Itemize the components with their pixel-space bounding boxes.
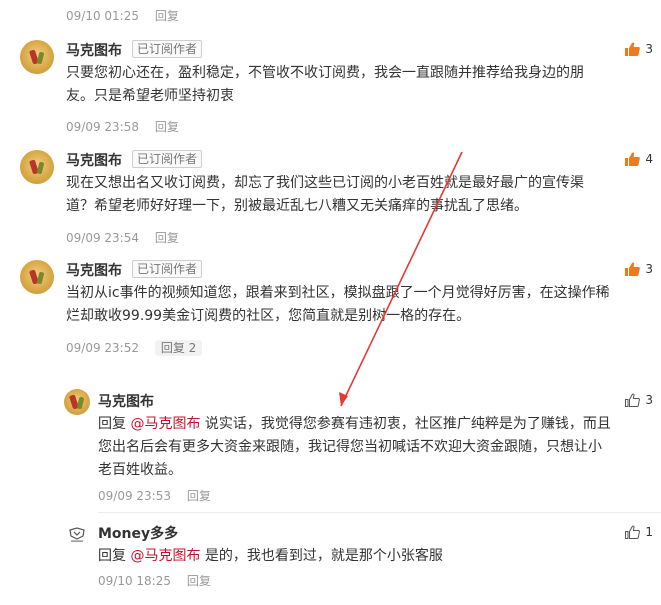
reply-item: Money多多 1 回复 @马克图布 是的，我也看到过，就是那个小张客服 09/… [62,521,661,601]
reply-text: 回复 @马克图布 说实话，我觉得您参赛有违初衷，社区推广纯粹是为了赚钱，而且 您… [98,413,650,482]
comment-text: 只要您初心还在，盈利稳定，不管收不收订阅费，我会一直跟随并推荐给我身边的朋 友。… [66,62,636,108]
reply-thread: 马克图布 3 回复 @马克图布 说实话，我觉得您参赛有违初衷，社区推广纯粹是为了… [62,375,661,605]
comment-text-line: 烂却敢收99.99美金订阅费的社区，您简直就是别树一格的存在。 [66,308,471,324]
avatar-image [29,158,45,176]
comment-item: 马克图布 已订阅作者 3 当初从ic事件的视频知道您，跟着来到社区，模拟盘跟了一… [0,258,661,358]
like-count: 1 [645,525,653,539]
reply-text-segment: 说实话，我觉得您参赛有违初衷，社区推广纯粹是为了赚钱，而且 [204,416,611,432]
thumbs-up-icon [625,393,641,407]
reply-text-line: 您出名后会有更多大资金来跟随，我记得您当初喊话不欢迎大资金跟随，只想让小 [98,439,602,455]
brand-logo-icon [69,527,85,542]
reply-item: 马克图布 3 回复 @马克图布 说实话，我觉得您参赛有违初衷，社区推广纯粹是为了… [62,387,661,507]
comment-author-name[interactable]: 马克图布 [66,150,122,170]
avatar-image [69,393,85,411]
comment-text-line: 友。只是希望老师坚持初衷 [66,88,234,104]
comment-text: 当初从ic事件的视频知道您，跟着来到社区，模拟盘跟了一个月觉得好厉害，在这操作稀… [66,282,646,328]
thumbs-up-icon [625,152,641,166]
avatar-image [29,48,45,66]
reply-text-line: 老百姓收益。 [98,462,182,478]
avatar[interactable] [66,524,88,546]
reply-count-button[interactable]: 回复 2 [154,340,203,356]
avatar-image [29,268,45,286]
thumbs-up-icon [625,525,641,539]
comment-text-line: 现在又想出名又收订阅费，却忘了我们这些已订阅的小老百姓就是最好最广的宣传渠 [66,175,584,191]
reply-divider [98,512,661,513]
subscriber-badge: 已订阅作者 [132,150,203,168]
reply-meta: 09/09 23:53 回复 [98,487,211,504]
timestamp: 09/10 01:25 [66,9,139,23]
comment-item: 马克图布 已订阅作者 4 现在又想出名又收订阅费，却忘了我们这些已订阅的小老百姓… [0,148,661,248]
like-button[interactable]: 3 [625,262,653,276]
comment-meta: 09/09 23:58 回复 [66,118,179,135]
thumbs-up-icon [625,262,641,276]
mention-link[interactable]: @马克图布 [130,548,200,564]
reply-author-name[interactable]: Money多多 [98,523,178,543]
subscriber-badge: 已订阅作者 [132,260,203,278]
avatar[interactable] [64,389,90,415]
comment-text-line: 只要您初心还在，盈利稳定，不管收不收订阅费，我会一直跟随并推荐给我身边的朋 [66,65,584,81]
reply-text-line: 回复 @马克图布 说实话，我觉得您参赛有违初衷，社区推广纯粹是为了赚钱，而且 [98,413,650,436]
comment-text-line: 当初从ic事件的视频知道您，跟着来到社区，模拟盘跟了一个月觉得好厉害，在这操作稀 [66,285,610,301]
timestamp: 09/10 18:25 [98,574,171,588]
previous-comment-meta: 09/10 01:25 回复 [66,7,179,24]
reply-button[interactable]: 回复 [187,574,211,588]
timestamp: 09/09 23:53 [98,489,171,503]
like-count: 3 [645,262,653,276]
reply-author-name[interactable]: 马克图布 [98,391,154,411]
comment-text: 现在又想出名又收订阅费，却忘了我们这些已订阅的小老百姓就是最好最广的宣传渠 道？… [66,172,636,218]
avatar[interactable] [20,40,54,74]
like-count: 3 [645,42,653,56]
timestamp: 09/09 23:54 [66,231,139,245]
comment-meta: 09/09 23:54 回复 [66,229,179,246]
reply-text-line: 回复 @马克图布 是的，我也看到过，就是那个小张客服 [98,545,650,568]
reply-button[interactable]: 回复 [155,120,179,134]
timestamp: 09/09 23:52 [66,341,139,355]
subscriber-badge: 已订阅作者 [132,40,203,58]
reply-button[interactable]: 回复 [155,9,179,23]
like-button[interactable]: 3 [625,42,653,56]
reply-meta: 09/10 18:25 回复 [98,572,211,589]
like-button[interactable]: 1 [625,525,653,539]
comment-author-name[interactable]: 马克图布 [66,260,122,280]
like-button[interactable]: 3 [625,393,653,407]
avatar[interactable] [20,150,54,184]
comment-meta: 09/09 23:52 回复 2 [66,339,203,356]
timestamp: 09/09 23:58 [66,120,139,134]
comment-text-line: 道？希望老师好好理一下，别被最近乱七八糟又无关痛痒的事扰乱了思绪。 [66,198,528,214]
reply-text-segment: 是的，我也看到过，就是那个小张客服 [204,548,443,564]
reply-prefix: 回复 [98,548,126,564]
avatar[interactable] [20,260,54,294]
reply-text: 回复 @马克图布 是的，我也看到过，就是那个小张客服 [98,545,650,568]
reply-button[interactable]: 回复 [155,231,179,245]
like-count: 4 [645,152,653,166]
reply-button[interactable]: 回复 [187,489,211,503]
comment-author-name[interactable]: 马克图布 [66,40,122,60]
thumbs-up-icon [625,42,641,56]
comment-item: 马克图布 已订阅作者 3 只要您初心还在，盈利稳定，不管收不收订阅费，我会一直跟… [0,38,661,138]
reply-prefix: 回复 [98,416,126,432]
mention-link[interactable]: @马克图布 [130,416,200,432]
like-button[interactable]: 4 [625,152,653,166]
like-count: 3 [645,393,653,407]
